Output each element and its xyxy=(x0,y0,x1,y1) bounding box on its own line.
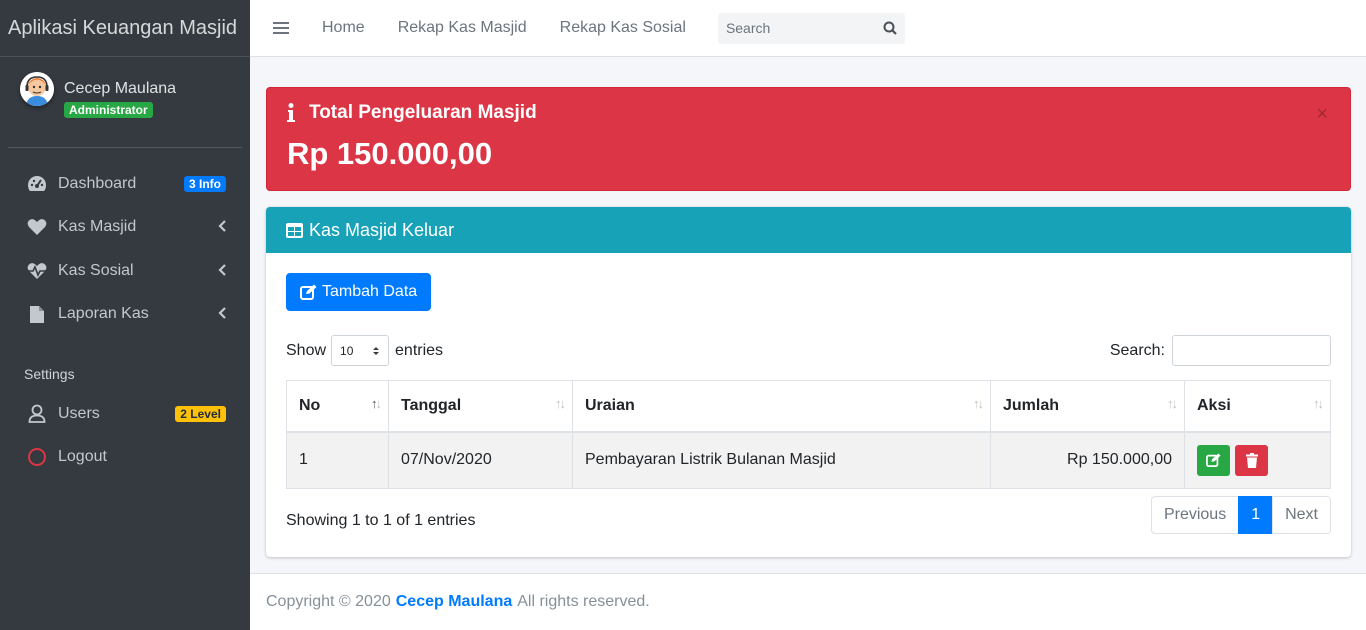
sidebar-item-kas-sosial[interactable]: Kas Sosial xyxy=(8,249,242,293)
user-panel: Cecep Maulana Administrator xyxy=(20,72,242,119)
edit-icon xyxy=(300,284,317,300)
top-navbar: Home Rekap Kas Masjid Rekap Kas Sosial S… xyxy=(250,0,1366,57)
role-badge: Administrator xyxy=(64,102,153,118)
sidebar-item-label: Kas Sosial xyxy=(58,261,134,279)
column-header-aksi[interactable]: Aksi ↑↓ xyxy=(1184,380,1331,433)
sidebar: Aplikasi Keuangan Masjid Cecep Maulana A… xyxy=(0,0,250,630)
table-search-input[interactable] xyxy=(1172,335,1331,366)
sort-icon: ↑↓ xyxy=(555,396,566,411)
edit-icon xyxy=(1206,453,1221,468)
settings-menu: Users 2 Level Logout xyxy=(8,392,242,479)
search-placeholder: Search xyxy=(725,20,771,36)
table-header-row: No ↑↓ Tanggal ↑↓ Uraian ↑↓ Jumlah ↑↓ Aksi ↑↓ xyxy=(286,380,1331,433)
cell-uraian: Pembayaran Listrik Bulanan Masjid xyxy=(572,431,991,489)
heart-icon xyxy=(26,218,48,236)
add-data-button[interactable]: Tambah Data xyxy=(286,273,432,311)
avatar-image xyxy=(20,72,54,106)
search-icon[interactable] xyxy=(875,13,905,44)
card-title: Kas Masjid Keluar xyxy=(309,219,455,240)
sort-icon: ↑↓ xyxy=(1167,396,1178,411)
tachometer-icon xyxy=(26,175,48,193)
nav-link-rekap-kas-masjid[interactable]: Rekap Kas Masjid xyxy=(398,19,527,37)
users-badge: 2 Level xyxy=(175,405,226,422)
add-data-label: Tambah Data xyxy=(322,283,418,300)
footer: Copyright © 2020 Cecep Maulana All right… xyxy=(250,573,1366,630)
sidebar-menu: Dashboard 3 Info Kas Masjid Kas Sosial L… xyxy=(8,162,242,336)
avatar[interactable] xyxy=(20,72,54,106)
app-title: Aplikasi Keuangan Masjid xyxy=(8,16,238,39)
column-header-tanggal[interactable]: Tanggal ↑↓ xyxy=(388,380,573,433)
kas-keluar-card: Kas Masjid Keluar Tambah Data Show 10 en… xyxy=(266,207,1351,557)
page-length-value: 10 xyxy=(340,343,354,358)
column-header-jumlah[interactable]: Jumlah ↑↓ xyxy=(990,380,1185,433)
trash-icon xyxy=(1245,452,1258,468)
card-header: Kas Masjid Keluar xyxy=(266,207,1351,253)
pagination-previous[interactable]: Previous xyxy=(1150,496,1240,534)
delete-row-button[interactable] xyxy=(1235,444,1268,476)
file-icon xyxy=(26,305,48,324)
circle-icon xyxy=(26,447,48,467)
sort-icon: ↑↓ xyxy=(973,396,984,411)
sidebar-item-label: Logout xyxy=(58,448,107,466)
data-table: No ↑↓ Tanggal ↑↓ Uraian ↑↓ Jumlah ↑↓ Aksi ↑↓ … xyxy=(286,380,1331,489)
column-header-no[interactable]: No ↑↓ xyxy=(286,380,389,433)
cell-aksi xyxy=(1184,431,1331,489)
table-info: Showing 1 to 1 of 1 entries xyxy=(286,512,476,529)
search-label: Search: xyxy=(1109,341,1165,359)
alert-value: Rp 150.000,00 xyxy=(287,136,493,171)
info-icon xyxy=(287,103,295,123)
cell-jumlah: Rp 150.000,00 xyxy=(990,431,1185,489)
pagination-next[interactable]: Next xyxy=(1272,496,1331,534)
show-entries: Show 10 entries xyxy=(286,335,443,366)
edit-row-button[interactable] xyxy=(1197,444,1230,476)
navbar-search-input[interactable]: Search xyxy=(717,12,905,44)
menu-toggle-icon[interactable] xyxy=(273,22,289,34)
sidebar-item-label: Kas Masjid xyxy=(58,218,137,236)
sidebar-item-logout[interactable]: Logout xyxy=(8,436,242,480)
footer-rights: All rights reserved. xyxy=(517,593,650,610)
show-label: Show xyxy=(286,341,327,359)
sidebar-item-users[interactable]: Users 2 Level xyxy=(8,392,242,436)
nav-link-rekap-kas-sosial[interactable]: Rekap Kas Sosial xyxy=(560,19,686,37)
chevron-left-icon xyxy=(218,219,226,235)
nav-link-home[interactable]: Home xyxy=(322,19,365,37)
sidebar-item-label: Laporan Kas xyxy=(58,305,149,323)
table-icon xyxy=(286,222,303,238)
close-icon[interactable]: × xyxy=(1316,104,1328,124)
pagination-page-1[interactable]: 1 xyxy=(1238,496,1274,534)
sidebar-item-label: Dashboard xyxy=(58,174,137,192)
sort-asc-icon: ↑↓ xyxy=(371,396,382,411)
column-header-uraian[interactable]: Uraian ↑↓ xyxy=(572,380,991,433)
sidebar-item-label: Users xyxy=(58,404,100,422)
chevron-left-icon xyxy=(218,306,226,322)
cell-tanggal: 07/Nov/2020 xyxy=(388,431,573,489)
total-expense-alert: Total Pengeluaran Masjid Rp 150.000,00 × xyxy=(266,87,1351,191)
alert-title: Total Pengeluaran Masjid xyxy=(309,102,537,123)
heartbeat-icon xyxy=(26,262,48,280)
table-search: Search: xyxy=(1110,335,1331,366)
entries-label: entries xyxy=(395,341,444,359)
chevron-left-icon xyxy=(218,263,226,279)
sidebar-divider xyxy=(8,147,242,148)
pagination: Previous 1 Next xyxy=(1150,496,1331,534)
footer-copyright: Copyright © 2020 xyxy=(266,593,391,610)
sort-icon: ↑↓ xyxy=(1313,396,1324,411)
sidebar-item-kas-masjid[interactable]: Kas Masjid xyxy=(8,206,242,250)
sidebar-item-dashboard[interactable]: Dashboard 3 Info xyxy=(8,162,242,206)
settings-header: Settings xyxy=(24,366,75,382)
cell-no: 1 xyxy=(286,431,389,489)
footer-author-link[interactable]: Cecep Maulana xyxy=(396,593,512,611)
brand-link[interactable]: Aplikasi Keuangan Masjid xyxy=(0,0,250,57)
dashboard-badge: 3 Info xyxy=(184,175,226,192)
user-name[interactable]: Cecep Maulana xyxy=(64,80,176,98)
table-row: 1 07/Nov/2020 Pembayaran Listrik Bulanan… xyxy=(286,431,1331,489)
user-icon xyxy=(26,404,48,424)
page-length-select[interactable]: 10 xyxy=(331,335,390,366)
sidebar-item-laporan-kas[interactable]: Laporan Kas xyxy=(8,293,242,337)
select-arrows-icon xyxy=(373,346,380,355)
